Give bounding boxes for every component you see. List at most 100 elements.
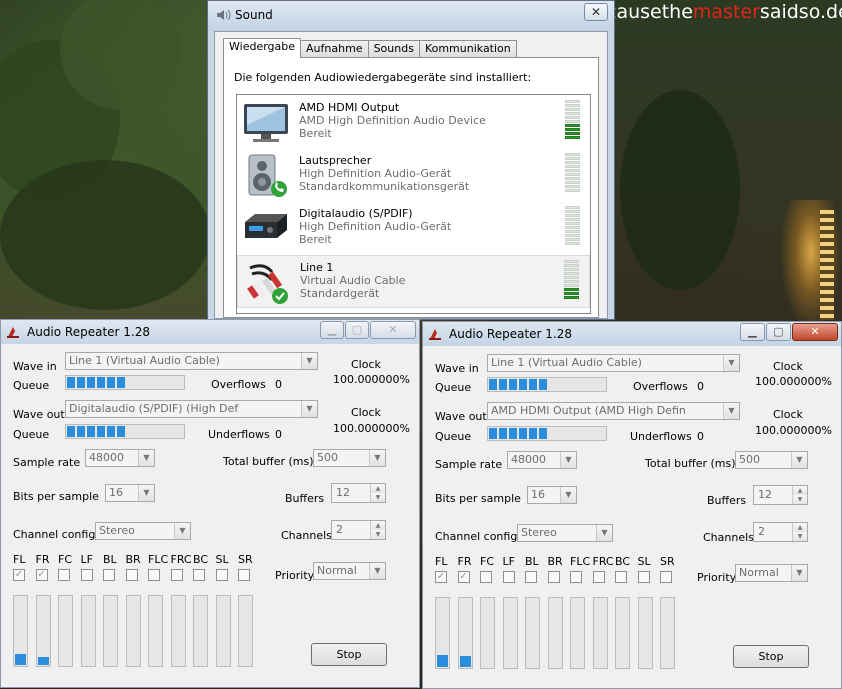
wave-in-label: Wave in: [435, 362, 479, 375]
priority-select[interactable]: Normal ▼: [313, 562, 386, 580]
channel-checkbox-fc[interactable]: [480, 571, 492, 583]
repeater-client: Wave in Line 1 (Virtual Audio Cable) ▼ Cloc…: [5, 344, 415, 683]
channel-checkbox-sl[interactable]: [637, 571, 650, 583]
channel-label-flc: FLC: [148, 553, 169, 566]
wave-out-select[interactable]: AMD HDMI Output (AMD High Defin ▼: [487, 402, 740, 420]
channels-spinner[interactable]: 2 ▲ ▼: [753, 522, 808, 542]
meter-segment: [565, 157, 580, 160]
close-icon: ✕: [590, 5, 602, 19]
tab-panel-wiedergabe: Die folgenden Audiowiedergabegeräte sind…: [223, 57, 599, 318]
channel-level-meter: [615, 597, 630, 669]
spinner-arrows-icon[interactable]: ▲ ▼: [792, 523, 807, 541]
channel-checkbox-frc[interactable]: [170, 569, 183, 581]
close-button[interactable]: ✕: [370, 321, 416, 339]
meter-segment: [564, 280, 579, 283]
channel-checkbox-sr[interactable]: [238, 569, 250, 581]
minimize-button[interactable]: ▁: [740, 323, 765, 341]
repeater-titlebar[interactable]: Audio Repeater 1.28 ▁ ▢ ✕: [1, 320, 419, 344]
sample-rate-select[interactable]: 48000 ▼: [507, 451, 577, 469]
channel-checkbox-fc[interactable]: [58, 569, 70, 581]
spinner-arrows-icon[interactable]: ▲ ▼: [370, 484, 385, 502]
meter-segment: [565, 181, 580, 184]
channels-spinner[interactable]: 2 ▲ ▼: [331, 520, 386, 540]
channel-checkbox-frc[interactable]: [592, 571, 605, 583]
channel-checkbox-flc[interactable]: [148, 569, 160, 581]
channel-level-meter: [525, 597, 540, 669]
priority-select[interactable]: Normal ▼: [735, 564, 808, 582]
channel-config-select[interactable]: Stereo ▼: [517, 524, 613, 542]
channel-checkbox-lf[interactable]: [80, 569, 93, 581]
tab-sounds[interactable]: Sounds: [367, 40, 420, 58]
maximize-button[interactable]: ▢: [766, 323, 791, 341]
sound-body: Wiedergabe Aufnahme Sounds Kommunikation…: [214, 31, 608, 319]
channel-label-sr: SR: [660, 555, 675, 568]
close-button[interactable]: ✕: [584, 3, 608, 21]
device-list[interactable]: AMD HDMI Output AMD High Definition Audi…: [236, 94, 591, 314]
panel-intro-text: Die folgenden Audiowiedergabegeräte sind…: [234, 71, 532, 84]
chevron-down-icon: ▼: [301, 401, 317, 417]
channel-checkbox-bc[interactable]: [193, 569, 205, 581]
channel-checkbox-flc[interactable]: [570, 571, 582, 583]
sample-rate-label: Sample rate: [435, 458, 503, 471]
device-item[interactable]: AMD HDMI Output AMD High Definition Audi…: [237, 96, 590, 149]
sound-dialog: Sound ✕ Wiedergabe Aufnahme Sounds Kommu…: [207, 0, 615, 320]
channel-checkbox-sl[interactable]: [215, 569, 228, 581]
buffers-spinner[interactable]: 12 ▲ ▼: [753, 485, 808, 505]
channel-checkbox-fl[interactable]: ✓: [13, 569, 25, 581]
bits-per-sample-select[interactable]: 16 ▼: [105, 484, 155, 502]
priority-label: Priority: [697, 571, 737, 584]
minimize-button[interactable]: ▁: [320, 321, 344, 339]
channel-checkbox-bc[interactable]: [615, 571, 627, 583]
wave-out-select[interactable]: Digitalaudio (S/PDIF) (High Def ▼: [65, 400, 318, 418]
meter-segment: [564, 296, 579, 299]
device-name: Digitalaudio (S/PDIF): [299, 207, 413, 220]
channel-checkbox-fl[interactable]: ✓: [435, 571, 447, 583]
maximize-button[interactable]: ▢: [345, 321, 369, 339]
maximize-icon: ▢: [773, 325, 784, 338]
tab-wiedergabe[interactable]: Wiedergabe: [223, 38, 302, 58]
spinner-arrows-icon[interactable]: ▲ ▼: [370, 521, 385, 539]
channel-config-select[interactable]: Stereo ▼: [95, 522, 191, 540]
meter-segment: [565, 206, 580, 209]
channel-label-sl: SL: [637, 555, 651, 568]
tab-aufnahme[interactable]: Aufnahme: [300, 40, 369, 58]
wave-in-select[interactable]: Line 1 (Virtual Audio Cable) ▼: [487, 354, 740, 372]
total-buffer-select[interactable]: 500 ▼: [313, 449, 386, 467]
audio-repeater-window: Audio Repeater 1.28 ▁ ▢ ✕ Wave in Line 1 …: [0, 319, 420, 688]
meter-segment: [565, 226, 580, 229]
stop-button[interactable]: Stop: [733, 645, 809, 668]
channel-checkbox-bl[interactable]: [525, 571, 537, 583]
channel-level-meter: [637, 597, 653, 669]
channel-label-lf: LF: [502, 555, 515, 568]
close-button[interactable]: ✕: [792, 323, 838, 341]
device-item[interactable]: Digitalaudio (S/PDIF) High Definition Au…: [237, 202, 590, 255]
channel-checkbox-sr[interactable]: [660, 571, 672, 583]
channel-checkbox-bl[interactable]: [103, 569, 115, 581]
sound-titlebar[interactable]: Sound ✕: [208, 1, 614, 31]
meter-segment: [565, 108, 580, 111]
stop-button[interactable]: Stop: [311, 643, 387, 666]
channel-level-meter: [502, 597, 518, 669]
channel-checkbox-fr[interactable]: ✓: [35, 569, 48, 581]
channel-level-fill: [37, 657, 49, 665]
channel-checkbox-lf[interactable]: [502, 571, 515, 583]
clock-out-value: 100.000000%: [333, 422, 410, 435]
minimize-icon: ▁: [748, 325, 757, 338]
bits-per-sample-select[interactable]: 16 ▼: [527, 486, 577, 504]
spinner-arrows-icon[interactable]: ▲ ▼: [792, 486, 807, 504]
channel-level-meter: [570, 597, 585, 669]
wave-in-label: Wave in: [13, 360, 57, 373]
device-item-selected[interactable]: Line 1 Virtual Audio Cable Standardgerät: [237, 255, 590, 308]
sample-rate-select[interactable]: 48000 ▼: [85, 449, 155, 467]
channel-level-fill: [437, 655, 448, 667]
channel-checkbox-br[interactable]: [547, 571, 560, 583]
buffers-spinner[interactable]: 12 ▲ ▼: [331, 483, 386, 503]
repeater-titlebar[interactable]: Audio Repeater 1.28 ▁ ▢ ✕: [423, 322, 841, 346]
tab-kommunikation[interactable]: Kommunikation: [418, 40, 517, 58]
channel-checkbox-br[interactable]: [125, 569, 138, 581]
device-item[interactable]: Lautsprecher High Definition Audio-Gerät…: [237, 149, 590, 202]
channel-level-meter: [215, 595, 231, 667]
total-buffer-select[interactable]: 500 ▼: [735, 451, 808, 469]
channel-checkbox-fr[interactable]: ✓: [457, 571, 470, 583]
wave-in-select[interactable]: Line 1 (Virtual Audio Cable) ▼: [65, 352, 318, 370]
